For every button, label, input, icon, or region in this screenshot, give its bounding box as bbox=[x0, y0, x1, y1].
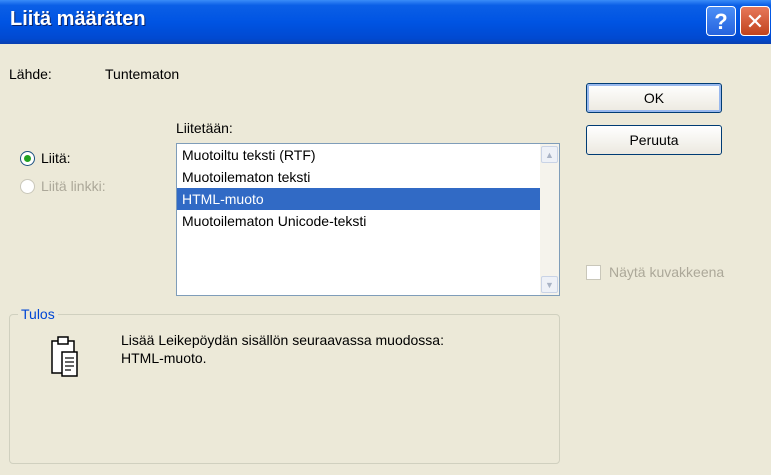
radio-selected-dot bbox=[24, 155, 31, 162]
close-icon[interactable]: ✕ bbox=[740, 6, 770, 36]
list-label: Liitetään: bbox=[176, 120, 233, 136]
ok-button[interactable]: OK bbox=[586, 83, 722, 113]
help-icon[interactable]: ? bbox=[706, 6, 736, 36]
format-listbox[interactable]: Muotoiltu teksti (RTF) Muotoilematon tek… bbox=[176, 143, 560, 296]
list-scrollbar[interactable]: ▲ ▼ bbox=[540, 144, 559, 295]
list-item[interactable]: Muotoilematon teksti bbox=[177, 166, 559, 188]
cancel-button[interactable]: Peruuta bbox=[586, 125, 722, 155]
source-value: Tuntematon bbox=[105, 66, 180, 82]
result-format: HTML-muoto. bbox=[121, 350, 207, 366]
list-item[interactable]: Muotoiltu teksti (RTF) bbox=[177, 144, 559, 166]
paste-link-radio[interactable] bbox=[20, 179, 35, 194]
clipboard-icon bbox=[51, 336, 78, 377]
list-item[interactable]: Muotoilematon Unicode-teksti bbox=[177, 210, 559, 232]
scroll-up-icon[interactable]: ▲ bbox=[541, 146, 558, 163]
window-title: Liitä määräten bbox=[10, 8, 146, 30]
paste-radio[interactable] bbox=[20, 151, 35, 166]
display-as-icon-checkbox[interactable] bbox=[586, 265, 601, 280]
title-bar[interactable]: Liitä määräten ? ✕ bbox=[0, 0, 771, 44]
paste-link-radio-label[interactable]: Liitä linkki: bbox=[41, 178, 106, 194]
display-as-icon-label[interactable]: Näytä kuvakkeena bbox=[609, 264, 724, 280]
result-group-label: Tulos bbox=[18, 306, 58, 322]
list-item-selected[interactable]: HTML-muoto bbox=[177, 188, 559, 210]
result-description: Lisää Leikepöydän sisällön seuraavassa m… bbox=[121, 332, 444, 348]
source-label: Lähde: bbox=[9, 66, 52, 82]
scroll-down-icon[interactable]: ▼ bbox=[541, 276, 558, 293]
paste-radio-label[interactable]: Liitä: bbox=[41, 150, 71, 166]
